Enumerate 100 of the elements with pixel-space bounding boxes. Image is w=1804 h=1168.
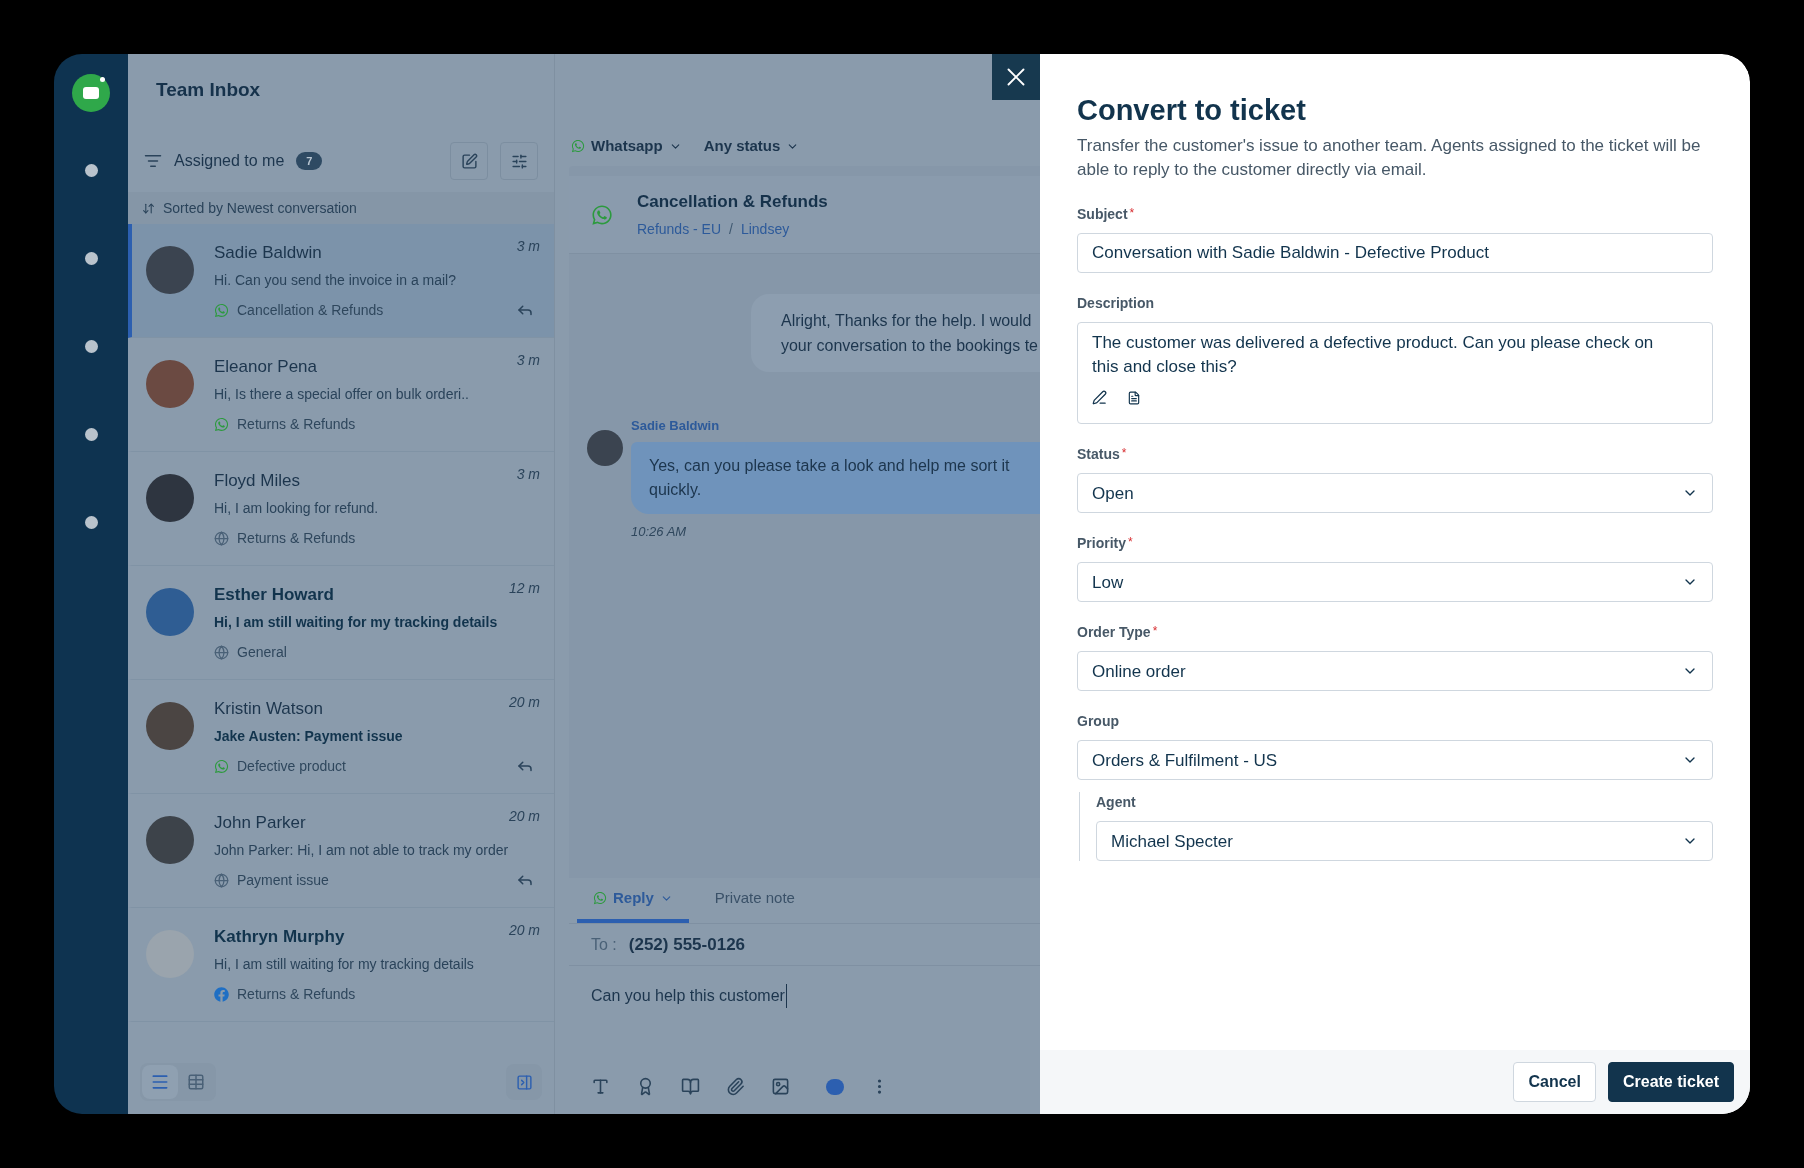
breadcrumb-separator: /	[729, 219, 733, 239]
time-label: 3 m	[516, 237, 540, 256]
select-dropdown[interactable]: Open	[1077, 473, 1713, 514]
compose-button[interactable]	[450, 142, 488, 180]
description-editor[interactable]: The customer was delivered a defective product. Can you please check on this and close this?	[1077, 322, 1713, 425]
cancel-button[interactable]: Cancel	[1513, 1062, 1596, 1102]
avatar-image	[587, 430, 623, 466]
whatsapp-icon	[214, 302, 229, 318]
conversation-item[interactable]: Floyd Miles 3 m Hi, I am looking for refund. Returns & Refunds	[128, 452, 554, 566]
tag-label: General	[237, 642, 287, 662]
time-label: 20 m	[508, 807, 540, 826]
select-dropdown[interactable]: Online order	[1077, 651, 1713, 692]
tag-label: Defective product	[237, 756, 346, 776]
filter-dropdown[interactable]: Whatsapp	[571, 134, 682, 158]
create-ticket-button[interactable]: Create ticket	[1607, 1062, 1734, 1102]
composer-tab[interactable]: Reply	[577, 877, 689, 923]
conversation-item[interactable]: Sadie Baldwin 3 m Hi. Can you send the invoice in a mail? Cancellation & Refunds	[128, 224, 554, 338]
time-label: 3 m	[516, 351, 540, 370]
whatsapp-icon	[591, 203, 613, 226]
composer-tab[interactable]: Private note	[698, 877, 811, 923]
message-time: 10:26 AM	[631, 522, 688, 541]
avatar-image	[146, 474, 194, 522]
contact-name: Esther Howard	[214, 584, 334, 606]
conversation-item[interactable]: Esther Howard 12 m Hi, I am still waiting for my tracking details General	[128, 566, 554, 680]
tag-label: Returns & Refunds	[237, 984, 356, 1004]
field-label: Group	[1077, 712, 1119, 732]
image-icon[interactable]	[771, 1077, 790, 1096]
conversation-item[interactable]: Kathryn Murphy 20 m Hi, I am still waiting for my tracking details Returns & Refunds	[128, 908, 554, 1022]
sort-icon[interactable]	[142, 201, 155, 215]
conversation-item[interactable]: John Parker 20 m John Parker: Hi, I am not able to track my order Payment issue	[128, 794, 554, 908]
contact-name: John Parker	[214, 812, 306, 834]
subject-field[interactable]: Conversation with Sadie Baldwin - Defective Product	[1077, 233, 1713, 274]
avatar-image	[146, 816, 194, 864]
list-icon	[150, 1072, 170, 1092]
time-label: 20 m	[508, 921, 540, 940]
avatar-image	[146, 360, 194, 408]
filter-button[interactable]	[500, 142, 538, 180]
globe-icon	[214, 872, 229, 888]
message-input[interactable]: Can you help this customer	[591, 984, 787, 1008]
paperclip-icon[interactable]	[726, 1077, 745, 1096]
sort-label[interactable]: Sorted by Newest conversation	[163, 197, 357, 219]
avatar-image	[146, 588, 194, 636]
field-label: Subject	[1077, 205, 1128, 225]
breadcrumb-link[interactable]: Lindsey	[740, 218, 790, 240]
text-format-icon[interactable]	[591, 1077, 610, 1096]
conversation-title: Cancellation & Refunds	[637, 191, 828, 214]
conversation-item[interactable]: Eleanor Pena 3 m Hi, Is there a special offer on bulk orderi.. Returns & Refunds	[128, 338, 554, 452]
time-label: 12 m	[508, 579, 540, 598]
sliders-icon	[510, 152, 528, 170]
breadcrumb-link[interactable]: Refunds - EU	[637, 218, 722, 240]
message-preview: Jake Austen: Payment issue	[214, 726, 404, 746]
time-label: 3 m	[516, 465, 540, 484]
incoming-message-bubble: Yes, can you please take a look and help me sort it quickly.	[631, 441, 1040, 514]
tag-label: Payment issue	[237, 870, 329, 890]
description-field[interactable]: The customer was delivered a defective product. Can you please check on this and close this?	[1092, 331, 1698, 380]
whatsapp-icon	[571, 139, 585, 153]
view-selector[interactable]: Assigned to me	[174, 149, 285, 173]
dialog-description: Transfer the customer's issue to another team. Agents assigned to the ticket will be able to reply to the customer directly via email.	[1077, 135, 1702, 182]
dialog-title: Convert to ticket	[1077, 93, 1307, 128]
sender-name: Sadie Baldwin	[631, 417, 721, 435]
conversation-item[interactable]: Kristin Watson 20 m Jake Austen: Payment issue Defective product	[128, 680, 554, 794]
whatsapp-icon	[214, 758, 229, 774]
whatsapp-icon	[593, 891, 607, 905]
message-preview: Hi, I am still waiting for my tracking details	[214, 954, 475, 974]
outgoing-message-bubble: Alright, Thanks for the help. I would your conversation to the bookings te	[750, 294, 1040, 372]
pen-icon[interactable]	[1092, 390, 1107, 406]
select-dropdown[interactable]: Low	[1077, 562, 1713, 603]
book-icon[interactable]	[681, 1077, 700, 1096]
table-icon	[187, 1073, 205, 1091]
field-label: Order Type	[1077, 623, 1151, 643]
view-option-button[interactable]	[142, 1065, 178, 1099]
contact-name: Kristin Watson	[214, 698, 323, 720]
contact-name: Kathryn Murphy	[214, 926, 345, 948]
message-preview: Hi. Can you send the invoice in a mail?	[214, 270, 458, 290]
select-dropdown[interactable]: Orders & Fulfilment - US	[1077, 740, 1713, 781]
collapse-panel-button[interactable]	[506, 1064, 542, 1100]
compose-icon	[460, 152, 478, 170]
filter-dropdown[interactable]: Any status	[703, 134, 800, 158]
required-asterisk: *	[1121, 445, 1127, 463]
message-preview: Hi, Is there a special offer on bulk orderi..	[214, 384, 470, 404]
field-label: Agent	[1096, 793, 1136, 813]
document-icon[interactable]	[1127, 390, 1141, 405]
field-label: Description	[1077, 294, 1154, 314]
globe-icon	[214, 644, 229, 660]
field-label: Priority	[1077, 534, 1126, 554]
contact-name: Floyd Miles	[214, 470, 300, 492]
tag-label: Returns & Refunds	[237, 528, 356, 548]
avatar-image	[146, 246, 194, 294]
app-title: Team Inbox	[156, 77, 261, 102]
app-logo-icon[interactable]	[72, 74, 110, 112]
contact-name: Sadie Baldwin	[214, 242, 322, 264]
required-asterisk: *	[1152, 623, 1158, 641]
message-preview: Hi, I am still waiting for my tracking details	[214, 612, 499, 632]
menu-icon[interactable]	[144, 152, 162, 170]
recipient-phone: (252) 555-0126	[628, 933, 746, 956]
select-dropdown[interactable]: Michael Specter	[1096, 821, 1713, 862]
close-button[interactable]	[992, 54, 1040, 100]
field-label: Status	[1077, 445, 1120, 465]
facebook-icon	[214, 986, 229, 1002]
required-asterisk: *	[1129, 205, 1135, 223]
